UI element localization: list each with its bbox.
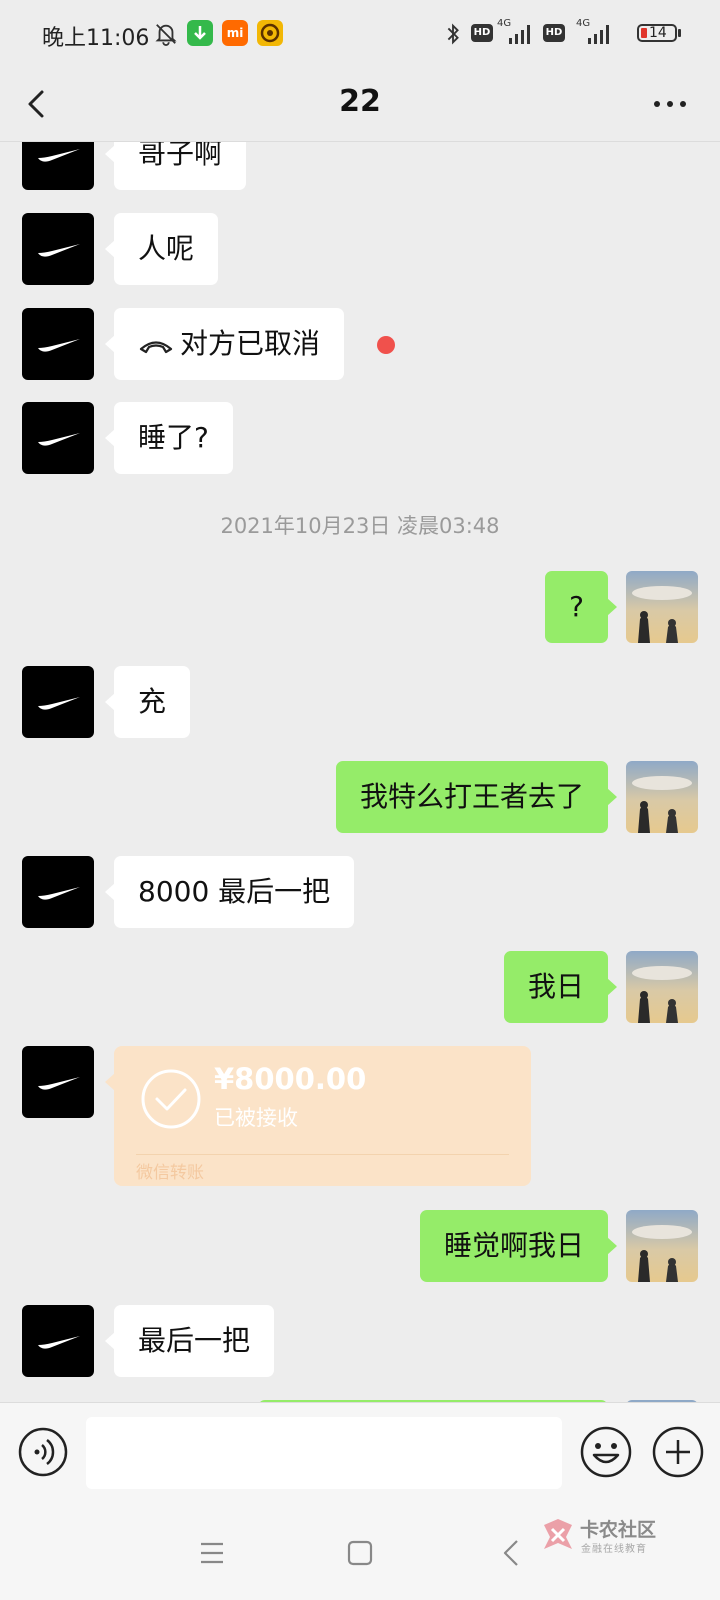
swoosh-logo-icon (38, 339, 80, 352)
unread-dot (377, 336, 395, 354)
back-button[interactable] (18, 78, 66, 128)
contact-avatar[interactable] (22, 1305, 94, 1377)
contact-avatar[interactable] (22, 1046, 94, 1118)
input-bar (0, 1402, 720, 1506)
check-circle-icon (141, 1069, 201, 1129)
voice-button[interactable] (18, 1427, 68, 1477)
contact-avatar[interactable] (22, 142, 94, 190)
square-home-icon (347, 1540, 373, 1566)
contact-avatar[interactable] (22, 666, 94, 738)
chevron-left-icon (28, 90, 44, 118)
swoosh-logo-icon (38, 244, 80, 257)
hd-badge: HD (471, 24, 493, 42)
status-bar: 晚上11:06 mi HD 4G HD 4G 14 (0, 0, 720, 66)
message-bubble[interactable]: 8000 最后一把 (104, 856, 355, 928)
transfer-label: 微信转账 (136, 1163, 204, 1183)
voice-icon (18, 1427, 68, 1477)
profile-photo-icon (626, 761, 698, 833)
contact-avatar[interactable] (22, 213, 94, 285)
chat-header: 22 (0, 66, 720, 142)
contact-avatar[interactable] (22, 856, 94, 928)
signal-icon-2 (588, 25, 609, 44)
profile-photo-icon (626, 951, 698, 1023)
my-avatar[interactable] (626, 1210, 698, 1282)
message-bubble-sent[interactable]: 睡觉啊我日 (419, 1210, 618, 1282)
profile-photo-icon (626, 571, 698, 643)
swoosh-logo-icon (38, 1336, 80, 1349)
plus-icon (652, 1426, 704, 1478)
more-button[interactable] (640, 86, 700, 122)
message-bubble-sent[interactable]: 我特么打王者去了 (335, 761, 618, 833)
message-bubble[interactable]: 睡了? (105, 402, 233, 474)
emoji-button[interactable] (579, 1425, 633, 1479)
mi-app-icon: mi (222, 20, 248, 46)
swoosh-logo-icon (38, 887, 80, 900)
swoosh-logo-icon (38, 149, 80, 162)
my-avatar[interactable] (626, 571, 698, 643)
divider (136, 1154, 509, 1155)
emoji-icon (580, 1426, 632, 1478)
my-avatar[interactable] (626, 761, 698, 833)
transfer-amount: ¥8000.00 (214, 1062, 367, 1096)
system-navigation-bar: 卡农社区 金融在线教育 (0, 1505, 720, 1600)
phone-hangup-icon (139, 341, 173, 354)
more-dots-icon (654, 101, 686, 107)
contact-avatar[interactable] (22, 308, 94, 380)
chat-title: 22 (339, 84, 381, 119)
transfer-status: 已被接收 (214, 1106, 298, 1130)
message-bubble[interactable]: 充 (104, 666, 191, 738)
system-back-button[interactable] (493, 1533, 533, 1573)
message-timestamp: 2021年10月23日 凌晨03:48 (220, 514, 500, 538)
message-bubble-sent[interactable]: ? (545, 571, 617, 643)
game-app-icon (257, 20, 283, 46)
download-app-icon (187, 20, 213, 46)
signal-icon (509, 25, 530, 44)
status-time: 晚上11:06 (42, 26, 150, 51)
swoosh-logo-icon (38, 697, 80, 710)
watermark-title: 卡农社区 (580, 1519, 657, 1541)
watermark-subtitle: 金融在线教育 (581, 1544, 647, 1555)
hd-badge-2: HD (543, 24, 565, 42)
message-bubble-sent[interactable]: 我日 (503, 951, 618, 1023)
message-bubble[interactable]: 人呢 (104, 213, 219, 285)
plus-button[interactable] (651, 1425, 705, 1479)
call-record-bubble[interactable]: 对方已取消 (104, 308, 345, 380)
message-input[interactable] (86, 1417, 562, 1489)
profile-photo-icon (626, 1210, 698, 1282)
battery-icon: 14 (637, 24, 677, 42)
message-bubble[interactable]: 哥子啊 (104, 142, 247, 190)
bell-muted-icon (155, 24, 177, 46)
my-avatar[interactable] (626, 951, 698, 1023)
menu-lines-icon (201, 1542, 223, 1564)
battery-level: 14 (649, 25, 667, 41)
transfer-card[interactable]: ¥8000.00 已被接收 微信转账 (105, 1046, 531, 1186)
contact-avatar[interactable] (22, 402, 94, 474)
watermark: 卡农社区 金融在线教育 (538, 1515, 718, 1557)
home-button[interactable] (340, 1533, 380, 1573)
watermark-logo-icon (544, 1519, 572, 1549)
bluetooth-icon (447, 23, 459, 45)
message-bubble[interactable]: 最后一把 (104, 1305, 275, 1377)
chevron-left-icon (503, 1540, 518, 1566)
swoosh-logo-icon (38, 433, 80, 446)
message-list[interactable]: 哥子啊 人呢 对方已取消 睡了? 2021年10月23日 凌晨03:48 ? 充… (0, 142, 720, 1402)
recents-button[interactable] (192, 1533, 232, 1573)
swoosh-logo-icon (38, 1077, 80, 1090)
